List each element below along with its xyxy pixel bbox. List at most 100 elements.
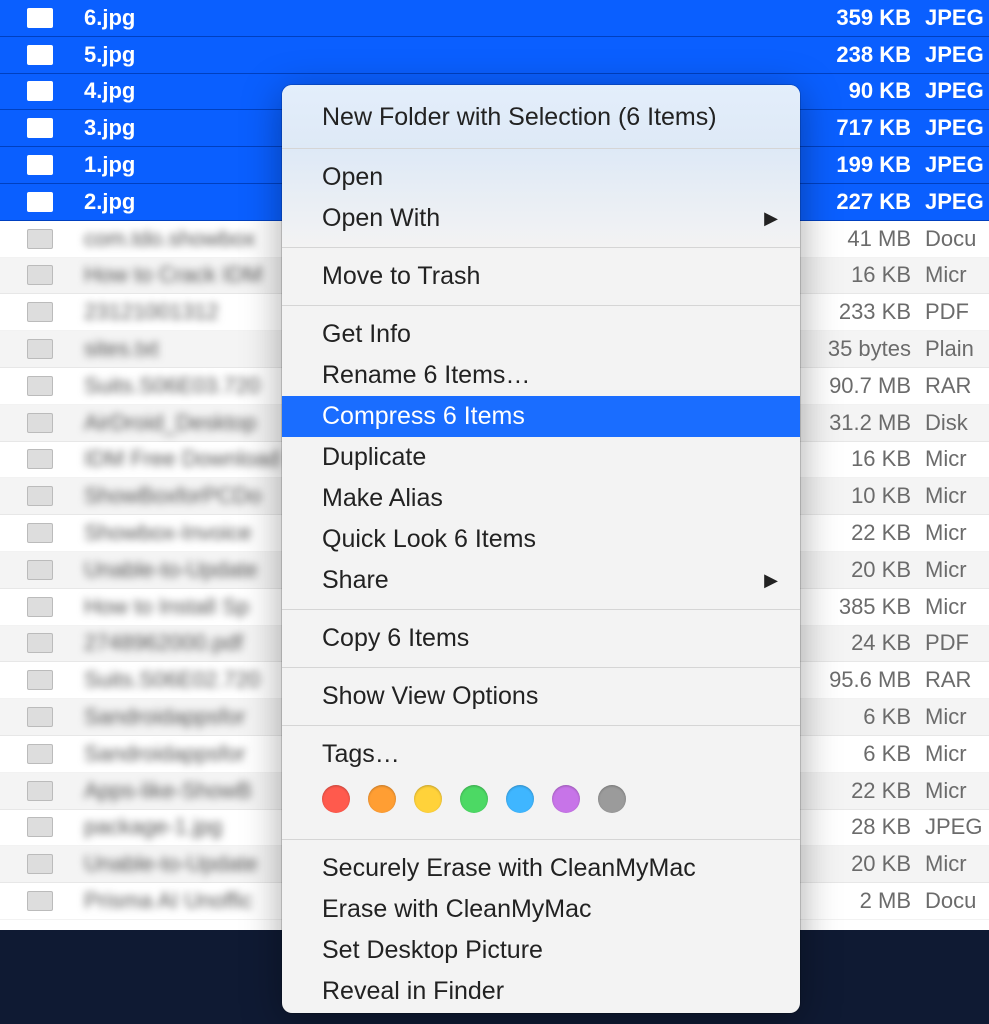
- file-icon: [0, 781, 80, 801]
- file-size: 95.6 MB: [799, 667, 919, 693]
- menu-tags-label[interactable]: Tags…: [282, 734, 800, 775]
- file-kind: JPEG: [919, 42, 989, 68]
- menu-show-view-options[interactable]: Show View Options: [282, 676, 800, 717]
- file-size: 28 KB: [799, 814, 919, 840]
- file-icon: [0, 854, 80, 874]
- file-kind: RAR: [919, 373, 989, 399]
- file-icon: [0, 707, 80, 727]
- file-icon: [0, 376, 80, 396]
- file-icon: [0, 155, 80, 175]
- file-icon: [0, 449, 80, 469]
- menu-open-with[interactable]: Open With ▶: [282, 198, 800, 239]
- file-kind: Micr: [919, 594, 989, 620]
- tag-color-dot[interactable]: [414, 785, 442, 813]
- menu-rename[interactable]: Rename 6 Items…: [282, 355, 800, 396]
- chevron-right-icon: ▶: [764, 568, 778, 593]
- tag-color-dot[interactable]: [552, 785, 580, 813]
- file-kind: Plain: [919, 336, 989, 362]
- file-kind: PDF: [919, 630, 989, 656]
- file-kind: JPEG: [919, 115, 989, 141]
- file-name: 6.jpg: [80, 5, 799, 31]
- file-kind: Micr: [919, 778, 989, 804]
- menu-quick-look[interactable]: Quick Look 6 Items: [282, 519, 800, 560]
- file-kind: Micr: [919, 557, 989, 583]
- file-icon: [0, 560, 80, 580]
- menu-share[interactable]: Share ▶: [282, 560, 800, 601]
- file-size: 199 KB: [799, 152, 919, 178]
- file-name: 5.jpg: [80, 42, 799, 68]
- file-size: 41 MB: [799, 226, 919, 252]
- menu-compress[interactable]: Compress 6 Items: [282, 396, 800, 437]
- file-icon: [0, 744, 80, 764]
- file-icon: [0, 265, 80, 285]
- file-size: 24 KB: [799, 630, 919, 656]
- file-icon: [0, 118, 80, 138]
- file-icon: [0, 339, 80, 359]
- file-kind: JPEG: [919, 189, 989, 215]
- file-kind: Micr: [919, 446, 989, 472]
- file-kind: Micr: [919, 483, 989, 509]
- file-kind: Micr: [919, 520, 989, 546]
- file-kind: JPEG: [919, 814, 989, 840]
- file-icon: [0, 817, 80, 837]
- menu-duplicate[interactable]: Duplicate: [282, 437, 800, 478]
- file-icon: [0, 413, 80, 433]
- menu-tags-row: [282, 775, 800, 831]
- file-icon: [0, 633, 80, 653]
- menu-securely-erase[interactable]: Securely Erase with CleanMyMac: [282, 848, 800, 889]
- menu-open[interactable]: Open: [282, 157, 800, 198]
- file-size: 16 KB: [799, 446, 919, 472]
- menu-erase[interactable]: Erase with CleanMyMac: [282, 889, 800, 930]
- finder-row-selected[interactable]: 6.jpg359 KBJPEG: [0, 0, 989, 37]
- file-kind: Micr: [919, 262, 989, 288]
- file-size: 385 KB: [799, 594, 919, 620]
- file-icon: [0, 192, 80, 212]
- file-size: 6 KB: [799, 704, 919, 730]
- file-kind: Micr: [919, 704, 989, 730]
- file-icon: [0, 302, 80, 322]
- file-kind: Disk: [919, 410, 989, 436]
- file-kind: Micr: [919, 741, 989, 767]
- file-size: 22 KB: [799, 520, 919, 546]
- file-size: 717 KB: [799, 115, 919, 141]
- file-size: 227 KB: [799, 189, 919, 215]
- file-size: 238 KB: [799, 42, 919, 68]
- context-menu: New Folder with Selection (6 Items) Open…: [282, 85, 800, 1013]
- file-kind: JPEG: [919, 152, 989, 178]
- file-kind: JPEG: [919, 5, 989, 31]
- file-size: 20 KB: [799, 557, 919, 583]
- file-size: 22 KB: [799, 778, 919, 804]
- file-size: 359 KB: [799, 5, 919, 31]
- file-icon: [0, 45, 80, 65]
- file-size: 233 KB: [799, 299, 919, 325]
- menu-new-folder-selection[interactable]: New Folder with Selection (6 Items): [282, 85, 800, 148]
- file-icon: [0, 523, 80, 543]
- file-kind: Docu: [919, 888, 989, 914]
- file-size: 35 bytes: [799, 336, 919, 362]
- menu-move-to-trash[interactable]: Move to Trash: [282, 256, 800, 297]
- file-kind: RAR: [919, 667, 989, 693]
- menu-set-desktop-picture[interactable]: Set Desktop Picture: [282, 930, 800, 971]
- file-icon: [0, 891, 80, 911]
- file-icon: [0, 486, 80, 506]
- menu-make-alias[interactable]: Make Alias: [282, 478, 800, 519]
- tag-color-dot[interactable]: [368, 785, 396, 813]
- file-icon: [0, 670, 80, 690]
- file-size: 90 KB: [799, 78, 919, 104]
- file-size: 16 KB: [799, 262, 919, 288]
- file-size: 10 KB: [799, 483, 919, 509]
- tag-color-dot[interactable]: [460, 785, 488, 813]
- file-kind: JPEG: [919, 78, 989, 104]
- file-icon: [0, 229, 80, 249]
- tag-color-dot[interactable]: [506, 785, 534, 813]
- tag-color-dot[interactable]: [598, 785, 626, 813]
- file-kind: PDF: [919, 299, 989, 325]
- file-kind: Docu: [919, 226, 989, 252]
- menu-copy[interactable]: Copy 6 Items: [282, 618, 800, 659]
- tag-color-dot[interactable]: [322, 785, 350, 813]
- menu-reveal-in-finder[interactable]: Reveal in Finder: [282, 971, 800, 1012]
- file-icon: [0, 8, 80, 28]
- file-size: 20 KB: [799, 851, 919, 877]
- finder-row-selected[interactable]: 5.jpg238 KBJPEG: [0, 37, 989, 74]
- menu-get-info[interactable]: Get Info: [282, 314, 800, 355]
